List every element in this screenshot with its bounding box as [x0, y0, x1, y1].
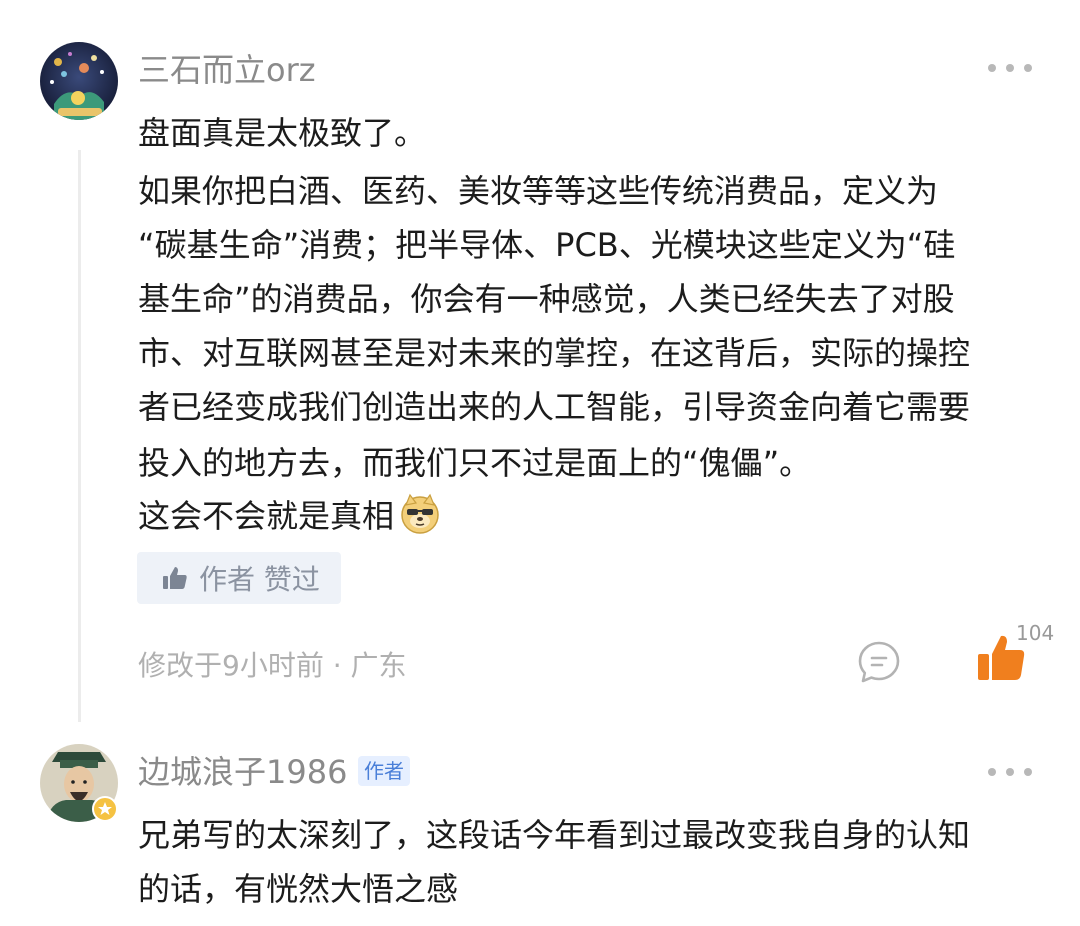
more-dots-icon[interactable]: [988, 762, 1032, 782]
like-count: 104: [1016, 621, 1055, 645]
comment-text-line: 基生命”的消费品，你会有一种感觉，人类已经失去了对股: [138, 280, 955, 318]
comment-text-line: 这会不会就是真相: [138, 497, 395, 535]
comment-text-line: 盘面真是太极致了。: [138, 114, 427, 152]
reply-bubble-icon[interactable]: [856, 639, 902, 685]
comment-text-line: 投入的地方去，而我们只不过是面上的“傀儡”。: [138, 444, 812, 482]
user-avatar[interactable]: [40, 42, 118, 120]
comment-text-line: 兄弟写的太深刻了，这段话今年看到过最改变我自身的认知: [138, 816, 971, 854]
gold-badge-icon: [92, 796, 118, 822]
galaxy-avatar-icon: [40, 42, 118, 120]
thumbs-up-icon: [163, 567, 187, 589]
user-avatar[interactable]: [40, 744, 118, 822]
comment-text-line: 的话，有恍然大悟之感: [138, 870, 459, 908]
more-dots-icon[interactable]: [988, 58, 1032, 78]
thread-line: [78, 150, 81, 722]
author-tag: 作者: [358, 756, 410, 786]
comment-text-line: 如果你把白酒、医药、美妆等等这些传统消费品，定义为: [138, 172, 939, 210]
username[interactable]: 三石而立orz: [138, 50, 316, 90]
username[interactable]: 边城浪子1986: [138, 752, 347, 792]
author-liked-badge: 作者 赞过: [137, 552, 341, 604]
comment-text-line: 者已经变成我们创造出来的人工智能，引导资金向着它需要: [138, 388, 971, 426]
comment-meta: 修改于9小时前 · 广东: [138, 649, 407, 682]
doge-emoji-icon: [401, 493, 439, 534]
comment-text-line: 市、对互联网甚至是对未来的掌控，在这背后，实际的操控: [138, 334, 971, 372]
comment-text-last-line: 这会不会就是真相: [138, 487, 442, 545]
author-liked-label: 作者 赞过: [199, 563, 320, 596]
comment-text-line: “碳基生命”消费；把半导体、PCB、光模块这些定义为“硅: [138, 226, 956, 264]
